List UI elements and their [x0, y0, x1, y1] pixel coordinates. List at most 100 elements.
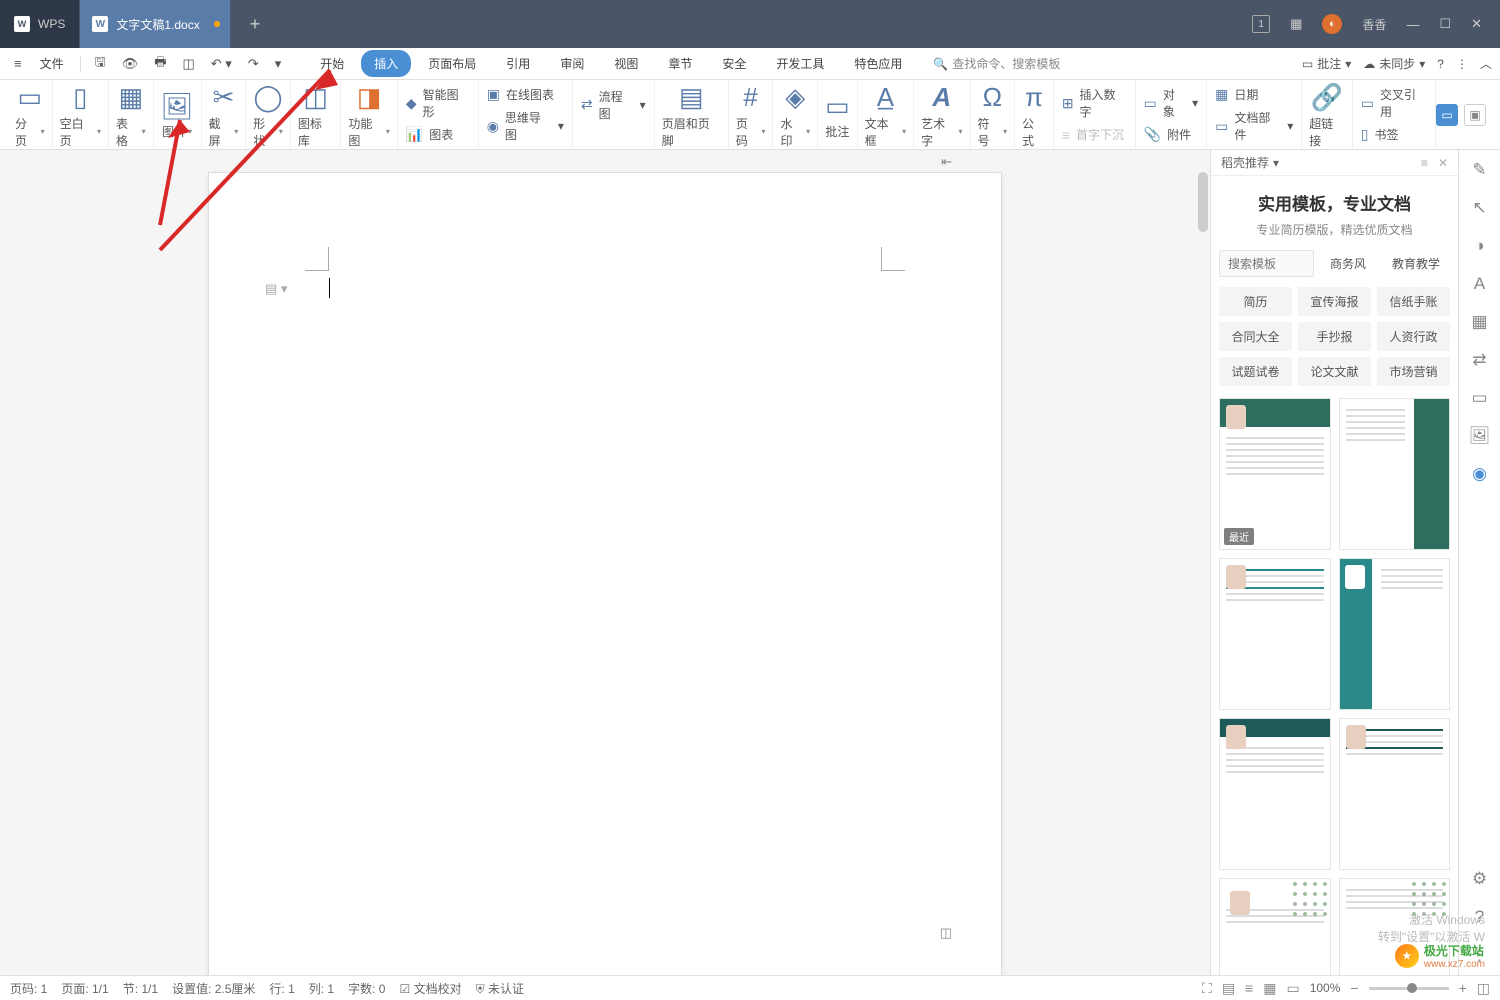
menu-tab-start[interactable]: 开始	[307, 50, 357, 77]
template-item[interactable]	[1219, 558, 1331, 710]
sb-auth[interactable]: ⛨ 未认证	[476, 980, 524, 997]
view-web-icon[interactable]: ▦	[1263, 980, 1276, 997]
template-search-input[interactable]	[1219, 250, 1314, 277]
document-tab[interactable]: W 文字文稿1.docx	[80, 0, 229, 48]
ribbon-date[interactable]: ▦日期	[1215, 86, 1293, 103]
menu-tab-security[interactable]: 安全	[709, 50, 759, 77]
ribbon-chart[interactable]: 📊图表	[406, 126, 470, 143]
viewmode-1-icon[interactable]: ▭	[1436, 104, 1458, 126]
maximize-icon[interactable]: ☐	[1439, 16, 1451, 32]
templates-panel-title[interactable]: 稻壳推荐 ▾	[1221, 154, 1279, 171]
menu-tab-reference[interactable]: 引用	[493, 50, 543, 77]
undo-icon[interactable]: ↶ ▾	[205, 52, 238, 76]
hamburger-icon[interactable]: ≡	[8, 52, 28, 75]
vertical-scrollbar[interactable]	[1198, 172, 1208, 232]
panel-close-icon[interactable]: ✕	[1438, 156, 1448, 170]
sb-pageof[interactable]: 页面: 1/1	[61, 980, 108, 997]
redo-icon[interactable]: ↷	[242, 52, 265, 76]
menu-tab-layout[interactable]: 页面布局	[415, 50, 489, 77]
command-search[interactable]: 🔍 查找命令、搜索模板	[933, 55, 1060, 72]
zoom-out-icon[interactable]: −	[1350, 980, 1358, 996]
wps-home-tab[interactable]: W WPS	[0, 0, 79, 48]
ribbon-pagenum[interactable]: #页码▾	[729, 80, 774, 149]
cat-contract[interactable]: 合同大全	[1219, 322, 1292, 351]
customize-icon[interactable]: ▾	[269, 52, 288, 76]
cat-resume[interactable]: 简历	[1219, 287, 1292, 316]
template-item[interactable]	[1219, 718, 1331, 870]
ribbon-textbox[interactable]: A̲文本框▾	[858, 80, 914, 149]
ribbon-comment[interactable]: ▭批注	[818, 80, 858, 149]
ribbon-wordart[interactable]: A艺术字▾	[914, 80, 970, 149]
template-item[interactable]	[1339, 558, 1451, 710]
cat-marketing[interactable]: 市场营销	[1377, 357, 1450, 386]
sb-pagenum[interactable]: 页码: 1	[10, 980, 47, 997]
ribbon-shapes[interactable]: ◯形状▾	[246, 80, 291, 149]
fullscreen-icon[interactable]: ⛶	[1202, 980, 1212, 997]
ribbon-symbol[interactable]: Ω符号▾	[971, 80, 1016, 149]
viewmode-2-icon[interactable]: ▣	[1464, 104, 1486, 126]
sb-position[interactable]: 设置值: 2.5厘米	[172, 980, 255, 997]
minimize-icon[interactable]: —	[1406, 17, 1419, 32]
ribbon-bookmark[interactable]: ▯书签	[1361, 126, 1427, 143]
collapse-ribbon-icon[interactable]: ︿	[1480, 55, 1492, 72]
document-page[interactable]: ▤ ▾	[208, 172, 1002, 975]
ribbon-flowchart[interactable]: ⇄流程图 ▾	[581, 88, 646, 122]
cat-poster[interactable]: 宣传海报	[1298, 287, 1371, 316]
menu-tab-section[interactable]: 章节	[655, 50, 705, 77]
menu-tab-dev[interactable]: 开发工具	[763, 50, 837, 77]
sb-wordcount[interactable]: 字数: 0	[348, 980, 385, 997]
menu-tab-insert[interactable]: 插入	[361, 50, 411, 77]
zoom-slider[interactable]	[1369, 987, 1449, 990]
settings-tool-icon[interactable]: ⚙	[1472, 869, 1487, 889]
edit-tool-icon[interactable]: ✎	[1472, 160, 1486, 180]
canvas-scroll[interactable]: ▤ ▾ ⇤ ◫	[0, 150, 1210, 975]
ribbon-equation[interactable]: π公式	[1015, 80, 1054, 149]
ribbon-object[interactable]: ▭对象 ▾	[1144, 86, 1199, 120]
more-icon[interactable]: ⋮	[1456, 57, 1468, 71]
ribbon-picture[interactable]: 🖼图片▾	[154, 80, 202, 149]
ribbon-blankpage[interactable]: ▯空白页▾	[53, 80, 109, 149]
select-tool-icon[interactable]: ↖	[1472, 198, 1486, 218]
ribbon-attachment[interactable]: 📎附件	[1144, 126, 1199, 143]
grid-apps-icon[interactable]: ▦	[1290, 16, 1302, 32]
ribbon-watermark[interactable]: ◈水印▾	[773, 80, 818, 149]
template-tool-icon[interactable]: ◉	[1472, 464, 1487, 484]
shape-tool-icon[interactable]: ◑	[1474, 236, 1484, 256]
template-item[interactable]	[1219, 878, 1331, 975]
view-print-icon[interactable]: ▤	[1222, 980, 1235, 997]
quick-access-icon[interactable]: ◫	[176, 52, 200, 76]
ribbon-iconlib[interactable]: ◫图标库	[291, 80, 342, 149]
template-tab-edu[interactable]: 教育教学	[1382, 250, 1450, 277]
image-tool-icon[interactable]: 🖼	[1469, 426, 1491, 446]
save-icon[interactable]: 🖫	[89, 49, 112, 79]
sb-proofing[interactable]: ☑ 文档校对	[399, 980, 461, 997]
cat-thesis[interactable]: 论文文献	[1298, 357, 1371, 386]
zoom-in-icon[interactable]: +	[1459, 980, 1467, 996]
panel-collapse-icon[interactable]: ⇤	[941, 154, 952, 170]
font-tool-icon[interactable]: A	[1474, 274, 1485, 294]
ribbon-functionmap[interactable]: ◨功能图▾	[341, 80, 397, 149]
zoom-level[interactable]: 100%	[1310, 981, 1341, 995]
username[interactable]: 香香	[1362, 16, 1386, 33]
page-count-badge[interactable]: 1	[1252, 15, 1270, 33]
user-avatar[interactable]: ◐	[1322, 14, 1342, 34]
ribbon-mindmap[interactable]: ◉思维导图 ▾	[487, 109, 564, 143]
sb-row[interactable]: 行: 1	[269, 980, 294, 997]
panel-nav-icon[interactable]: ◫	[940, 925, 952, 941]
table-tool-icon[interactable]: ▦	[1471, 312, 1487, 332]
sb-col[interactable]: 列: 1	[309, 980, 334, 997]
ribbon-table[interactable]: ▦表格▾	[109, 80, 154, 149]
view-read-icon[interactable]: ▭	[1286, 980, 1299, 997]
panel-menu-icon[interactable]: ≡	[1421, 156, 1428, 170]
flow-tool-icon[interactable]: ⇄	[1472, 350, 1486, 370]
annotate-button[interactable]: ▭批注 ▾	[1302, 55, 1351, 72]
menu-tab-special[interactable]: 特色应用	[841, 50, 915, 77]
help-icon[interactable]: ?	[1437, 57, 1444, 71]
cat-newspaper[interactable]: 手抄报	[1298, 322, 1371, 351]
sb-section[interactable]: 节: 1/1	[123, 980, 158, 997]
page-options-icon[interactable]: ▤ ▾	[265, 281, 287, 297]
ribbon-crossref[interactable]: ▭交叉引用	[1361, 86, 1427, 120]
print-preview-icon[interactable]: 👁	[116, 52, 145, 76]
fit-icon[interactable]: ◫	[1477, 980, 1490, 997]
template-item[interactable]	[1339, 718, 1451, 870]
